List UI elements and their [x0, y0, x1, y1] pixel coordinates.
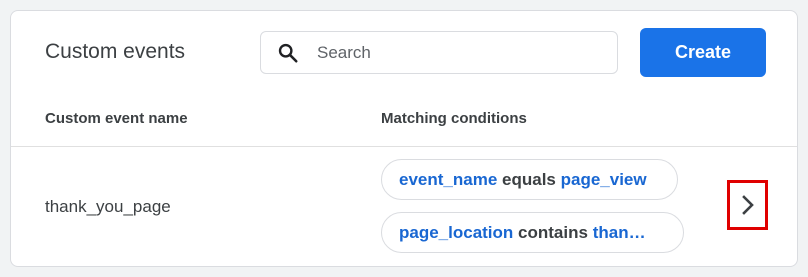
table-row[interactable]: thank_you_page event_name equals page_vi… [11, 147, 797, 266]
page-title: Custom events [45, 40, 186, 63]
condition-chip[interactable]: event_name equals page_view [381, 159, 678, 200]
search-icon [278, 43, 298, 63]
column-header-matching-conditions: Matching conditions [381, 110, 527, 127]
condition-chip[interactable]: page_location contains than… [381, 212, 684, 253]
condition-operator: equals [502, 170, 556, 189]
custom-event-name: thank_you_page [45, 197, 171, 216]
chevron-right-icon [741, 195, 754, 215]
condition-operator: contains [518, 223, 588, 242]
condition-value: page_view [560, 170, 647, 189]
open-row-button[interactable] [727, 180, 768, 230]
search-box[interactable] [260, 31, 618, 74]
custom-events-card: Custom events Create Custom event name M… [10, 10, 798, 267]
condition-parameter: page_location [399, 223, 514, 242]
condition-value: than… [592, 223, 646, 242]
search-input[interactable] [317, 38, 607, 68]
condition-parameter: event_name [399, 170, 498, 189]
column-header-custom-event-name: Custom event name [45, 110, 188, 127]
create-button[interactable]: Create [640, 28, 766, 77]
